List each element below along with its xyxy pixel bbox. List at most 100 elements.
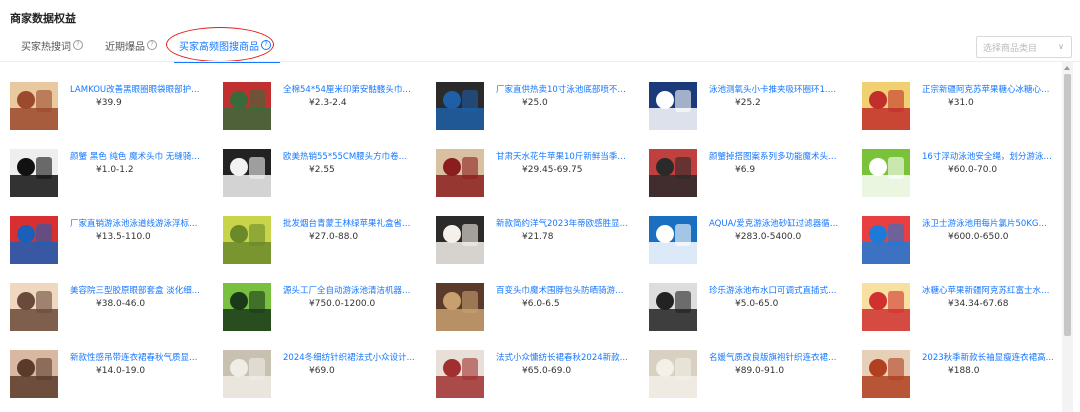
product-name-link[interactable]: 珍乐游泳池布水口可调式直插式池...	[709, 284, 841, 296]
scrollbar-thumb[interactable]	[1064, 74, 1071, 336]
divider	[0, 61, 1080, 62]
product-item[interactable]: 美容院三型胶原眼部套盒 淡化细... ¥38.0-46.0	[0, 273, 210, 335]
product-name-link[interactable]: 2023秋季新款长袖显瘦连衣裙高...	[922, 351, 1054, 363]
help-icon[interactable]: ?	[147, 40, 157, 50]
product-item[interactable]: 甘肃天水花牛苹果10斤新鲜当季水... ¥29.45-69.75	[426, 139, 636, 201]
product-thumbnail[interactable]	[223, 82, 271, 130]
product-thumbnail[interactable]	[10, 149, 58, 197]
help-icon[interactable]: ?	[261, 40, 271, 50]
product-item[interactable]: 珍乐游泳池布水口可调式直插式池... ¥5.0-65.0	[639, 273, 849, 335]
product-thumbnail[interactable]	[862, 149, 910, 197]
product-item[interactable]: 新款性感吊带连衣裙春秋气质显瘦... ¥14.0-19.0	[0, 340, 210, 402]
product-name-link[interactable]: 16寸浮动泳池安全绳，划分游泳赛...	[922, 150, 1054, 162]
product-name-link[interactable]: 欧美热销55*55CM腰头方巾卷边户...	[283, 150, 415, 162]
product-name-link[interactable]: 厂家直销游泳池泳道线游泳浮标准...	[70, 217, 202, 229]
category-select[interactable]: 选择商品类目 ∨	[976, 36, 1072, 58]
product-name-link[interactable]: 法式小众慵纺长裙春秋2024新款...	[496, 351, 628, 363]
product-price: ¥6.9	[735, 165, 756, 175]
product-item[interactable]: LAMKOU改善黑眼圈眼袋眼部护理... ¥39.9	[0, 72, 210, 134]
product-price: ¥69.0	[309, 366, 335, 376]
tab-label: 买家高频图搜商品	[179, 41, 259, 53]
product-name-link[interactable]: 美容院三型胶原眼部套盒 淡化细...	[70, 284, 202, 296]
product-name-link[interactable]: 全棉54*54厘米印第安骷髅头巾方...	[283, 83, 415, 95]
product-thumbnail[interactable]	[223, 149, 271, 197]
product-thumbnail[interactable]	[10, 350, 58, 398]
chevron-down-icon: ∨	[1058, 42, 1064, 51]
product-item[interactable]: 源头工厂全自动游泳池清洁机器人... ¥750.0-1200.0	[213, 273, 423, 335]
product-thumbnail[interactable]	[223, 283, 271, 331]
product-item[interactable]: 正宗新疆阿克苏苹果糖心冰糖心丑... ¥31.0	[852, 72, 1062, 134]
product-item[interactable]: AQUA/爱克游泳池砂缸过滤器循环... ¥283.0-5400.0	[639, 206, 849, 268]
product-name-link[interactable]: 源头工厂全自动游泳池清洁机器人...	[283, 284, 415, 296]
product-name-link[interactable]: 甘肃天水花牛苹果10斤新鲜当季水...	[496, 150, 628, 162]
product-name-link[interactable]: 百变头巾魔术围脖包头防晒骑游钩...	[496, 284, 628, 296]
scroll-up-arrow-icon[interactable]	[1064, 66, 1070, 70]
product-name-link[interactable]: 颜蟹 黑色 纯色 魔术头巾 无缝骑行...	[70, 150, 202, 162]
help-icon[interactable]: ?	[73, 40, 83, 50]
product-item[interactable]: 厂家直销游泳池泳道线游泳浮标准... ¥13.5-110.0	[0, 206, 210, 268]
product-item[interactable]: 厂家直供热卖10寸泳池底部喷不锈... ¥25.0	[426, 72, 636, 134]
product-item[interactable]: 颜蟹 黑色 纯色 魔术头巾 无缝骑行... ¥1.0-1.2	[0, 139, 210, 201]
product-grid: LAMKOU改善黑眼圈眼袋眼部护理... ¥39.9 全棉54*54厘米印第安骷髅头…	[0, 72, 1058, 412]
product-thumbnail[interactable]	[649, 149, 697, 197]
product-item[interactable]: 泳池测氧头小卡推夹吸环圈环1.5... ¥25.2	[639, 72, 849, 134]
product-price: ¥34.34-67.68	[948, 299, 1009, 309]
product-item[interactable]: 全棉54*54厘米印第安骷髅头巾方... ¥2.3-2.4	[213, 72, 423, 134]
product-name-link[interactable]: 颜蟹掉搭图案系列多功能魔术头巾...	[709, 150, 841, 162]
product-thumbnail[interactable]	[223, 350, 271, 398]
product-thumbnail[interactable]	[649, 350, 697, 398]
product-name-link[interactable]: 新款性感吊带连衣裙春秋气质显瘦...	[70, 351, 202, 363]
product-price: ¥5.0-65.0	[735, 299, 779, 309]
product-item[interactable]: 冰糖心苹果新疆阿克苏红富士水果... ¥34.34-67.68	[852, 273, 1062, 335]
product-item[interactable]: 泳卫士游泳池用每片氯片50KG速... ¥600.0-650.0	[852, 206, 1062, 268]
tab-buyer-hot-search[interactable]: 买家热搜词 ?	[10, 33, 94, 57]
product-thumbnail[interactable]	[862, 350, 910, 398]
product-thumbnail[interactable]	[10, 283, 58, 331]
product-thumbnail[interactable]	[10, 82, 58, 130]
product-price: ¥1.0-1.2	[96, 165, 134, 175]
product-item[interactable]: 批发烟台青蒙王林绿苹果礼盒省脆... ¥27.0-88.0	[213, 206, 423, 268]
product-price: ¥38.0-46.0	[96, 299, 146, 309]
tab-recent-hot-products[interactable]: 近期爆品 ?	[94, 33, 168, 57]
product-thumbnail[interactable]	[223, 216, 271, 264]
product-item[interactable]: 2023秋季新款长袖显瘦连衣裙高... ¥188.0	[852, 340, 1062, 402]
scrollbar[interactable]	[1062, 62, 1073, 412]
page-title: 商家数据权益	[10, 12, 76, 25]
product-price: ¥60.0-70.0	[948, 165, 998, 175]
product-name-link[interactable]: LAMKOU改善黑眼圈眼袋眼部护理...	[70, 83, 202, 95]
product-price: ¥2.3-2.4	[309, 98, 347, 108]
product-item[interactable]: 新款简约洋气2023年蒂欧感胜显... ¥21.78	[426, 206, 636, 268]
product-name-link[interactable]: 泳池测氧头小卡推夹吸环圈环1.5...	[709, 83, 841, 95]
tab-image-search-products[interactable]: 买家高频图搜商品 ?	[166, 27, 282, 63]
product-item[interactable]: 名媛气质改良版旗袍针织连衣裙女... ¥89.0-91.0	[639, 340, 849, 402]
product-name-link[interactable]: 名媛气质改良版旗袍针织连衣裙女...	[709, 351, 841, 363]
product-item[interactable]: 百变头巾魔术围脖包头防晒骑游钩... ¥6.0-6.5	[426, 273, 636, 335]
product-name-link[interactable]: 正宗新疆阿克苏苹果糖心冰糖心丑...	[922, 83, 1054, 95]
product-thumbnail[interactable]	[436, 216, 484, 264]
product-item[interactable]: 2024冬细纺针织裙法式小众设计... ¥69.0	[213, 340, 423, 402]
product-thumbnail[interactable]	[649, 216, 697, 264]
product-thumbnail[interactable]	[436, 82, 484, 130]
product-thumbnail[interactable]	[862, 216, 910, 264]
product-name-link[interactable]: 2024冬细纺针织裙法式小众设计...	[283, 351, 415, 363]
product-thumbnail[interactable]	[10, 216, 58, 264]
product-thumbnail[interactable]	[862, 82, 910, 130]
product-thumbnail[interactable]	[862, 283, 910, 331]
product-thumbnail[interactable]	[436, 350, 484, 398]
product-name-link[interactable]: 冰糖心苹果新疆阿克苏红富士水果...	[922, 284, 1054, 296]
product-thumbnail[interactable]	[436, 283, 484, 331]
product-item[interactable]: 颜蟹掉搭图案系列多功能魔术头巾... ¥6.9	[639, 139, 849, 201]
product-name-link[interactable]: 新款简约洋气2023年蒂欧感胜显...	[496, 217, 628, 229]
product-name-link[interactable]: AQUA/爱克游泳池砂缸过滤器循环...	[709, 217, 841, 229]
product-thumbnail[interactable]	[649, 82, 697, 130]
product-item[interactable]: 法式小众慵纺长裙春秋2024新款... ¥65.0-69.0	[426, 340, 636, 402]
product-name-link[interactable]: 厂家直供热卖10寸泳池底部喷不锈...	[496, 83, 628, 95]
product-thumbnail[interactable]	[436, 149, 484, 197]
product-item[interactable]: 欧美热销55*55CM腰头方巾卷边户... ¥2.55	[213, 139, 423, 201]
product-name-link[interactable]: 泳卫士游泳池用每片氯片50KG速...	[922, 217, 1054, 229]
product-item[interactable]: 16寸浮动泳池安全绳，划分游泳赛... ¥60.0-70.0	[852, 139, 1062, 201]
product-price: ¥89.0-91.0	[735, 366, 785, 376]
product-name-link[interactable]: 批发烟台青蒙王林绿苹果礼盒省脆...	[283, 217, 415, 229]
product-thumbnail[interactable]	[649, 283, 697, 331]
product-price: ¥25.0	[522, 98, 548, 108]
